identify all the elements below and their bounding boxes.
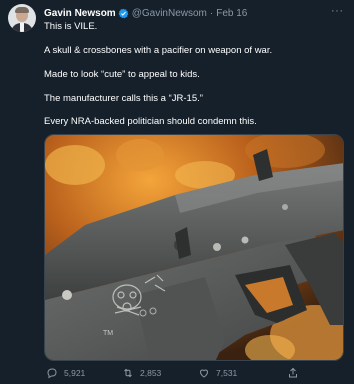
reply-count: 5,921 — [64, 368, 86, 378]
reply-button[interactable]: 5,921 — [46, 367, 85, 379]
verified-badge-icon — [118, 8, 129, 19]
tweet[interactable]: Gavin Newsom @GavinNewsom · Feb 16 ··· T… — [0, 0, 354, 384]
share-button[interactable] — [287, 367, 305, 379]
tweet-text-line: A skull & crossbones with a pacifier on … — [44, 45, 273, 56]
separator-dot: · — [209, 7, 214, 19]
retweet-count: 2,853 — [140, 368, 162, 378]
retweet-button[interactable]: 2,853 — [122, 367, 161, 379]
like-count: 7,531 — [216, 368, 238, 378]
reply-icon — [47, 368, 57, 379]
avatar-hair — [15, 7, 29, 13]
engraving-text: TM — [103, 330, 113, 337]
retweet-icon — [124, 368, 132, 378]
avatar-shirt — [20, 23, 24, 32]
avatar[interactable] — [8, 4, 36, 32]
tweet-date[interactable]: Feb 16 — [216, 8, 247, 19]
share-icon — [289, 367, 297, 378]
more-options-button[interactable]: ··· — [331, 6, 344, 17]
author-name[interactable]: Gavin Newsom — [44, 8, 116, 19]
tweet-header: Gavin Newsom @GavinNewsom · Feb 16 — [44, 6, 247, 20]
tweet-text-line: Every NRA-backed politician should conde… — [44, 116, 257, 127]
tweet-text-line: This is VILE. — [44, 21, 98, 32]
tweet-text-line: The manufacturer calls this a “JR-15.” — [44, 93, 203, 104]
author-handle[interactable]: @GavinNewsom — [132, 8, 207, 19]
tweet-media-image[interactable]: TM — [44, 134, 344, 361]
like-icon — [199, 369, 209, 378]
like-button[interactable]: 7,531 — [198, 367, 237, 379]
tweet-actions: 5,921 2,853 7,531 — [44, 367, 344, 381]
tweet-text-line: Made to look “cute” to appeal to kids. — [44, 69, 200, 80]
